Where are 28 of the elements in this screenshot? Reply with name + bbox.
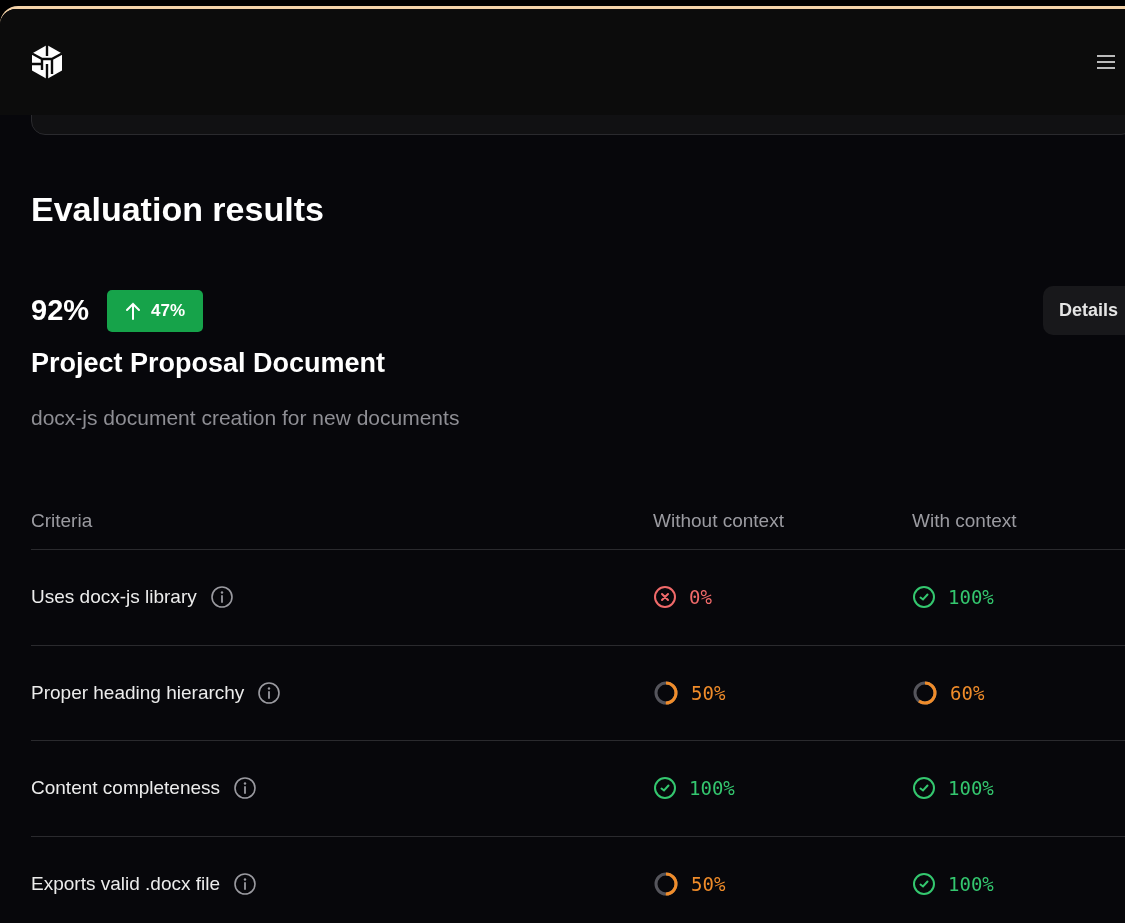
score-percent: 92% <box>31 292 90 328</box>
criterion-name: Proper heading hierarchy <box>31 680 245 705</box>
column-header: Without context <box>653 508 785 533</box>
section-title: Evaluation results <box>31 189 325 229</box>
info-icon[interactable] <box>209 585 234 610</box>
score-value: 100% <box>689 776 735 801</box>
column-header: Criteria <box>31 508 94 533</box>
eval-description: docx-js document creation for new documents <box>31 404 461 431</box>
cube-logo-icon <box>30 44 64 80</box>
score-value: 50% <box>691 871 726 897</box>
menu-icon[interactable] <box>1095 53 1117 71</box>
info-icon[interactable] <box>233 776 258 801</box>
score-value: 0% <box>689 585 712 610</box>
score-value: 100% <box>948 776 994 801</box>
change-badge: 47% <box>107 289 204 332</box>
score-value: 100% <box>948 585 994 610</box>
criterion-name: Content completeness <box>31 776 221 800</box>
column-header: With context <box>912 508 1017 533</box>
score-value: 60% <box>950 680 985 706</box>
score-value: 100% <box>948 871 994 897</box>
criterion-name: Exports valid .docx file <box>31 871 221 896</box>
criterion-name: Uses docx-js library <box>31 585 197 609</box>
arrow-up-icon <box>125 301 142 320</box>
score-value: 50% <box>691 680 726 706</box>
eval-title: Project Proposal Document <box>31 347 387 380</box>
info-icon[interactable] <box>233 871 258 896</box>
details-button[interactable]: Details <box>1043 286 1125 335</box>
info-icon[interactable] <box>257 680 282 705</box>
